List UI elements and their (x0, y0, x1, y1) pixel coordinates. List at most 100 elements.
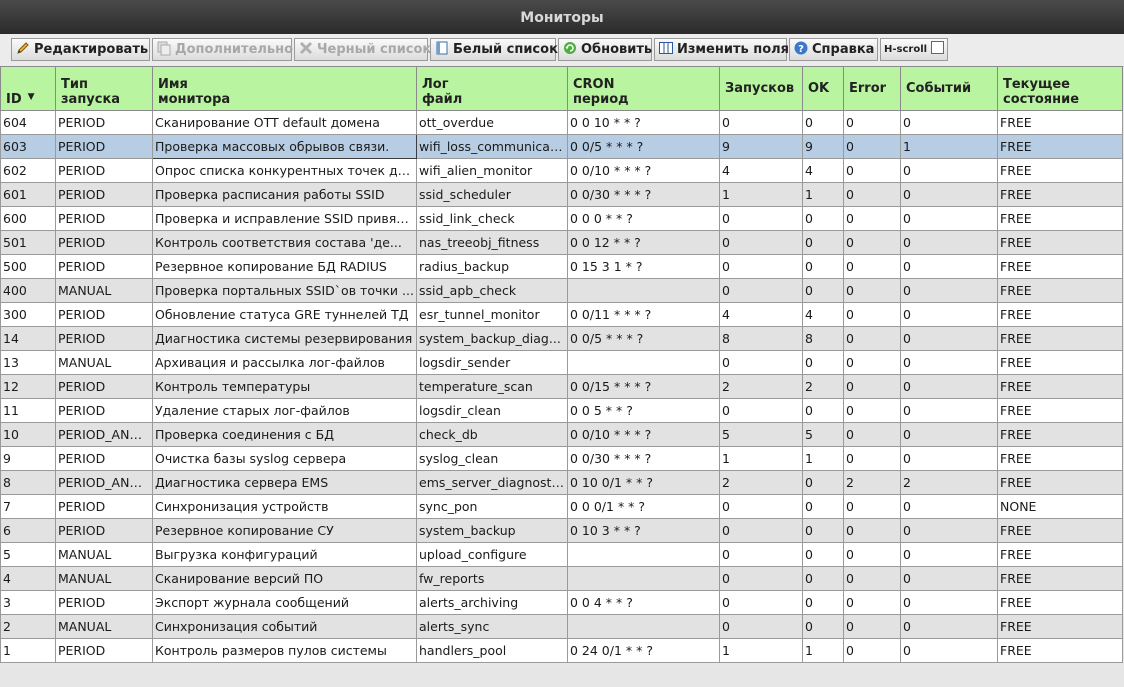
cell-log[interactable]: system_backup (416, 518, 568, 543)
cell-id[interactable]: 2 (0, 614, 56, 639)
cell-log[interactable]: ems_server_diagnosti... (416, 470, 568, 495)
table-row[interactable]: 9 PERIOD Очистка базы syslog сервера syslog… (0, 446, 1123, 471)
hscroll-checkbox[interactable] (931, 41, 945, 54)
cell-runs[interactable]: 0 (719, 278, 803, 303)
cell-state[interactable]: FREE (997, 158, 1123, 183)
cell-cron[interactable]: 0 0/15 * * * ? (567, 374, 720, 399)
cell-error[interactable]: 0 (843, 614, 901, 639)
cell-events[interactable]: 1 (900, 134, 998, 159)
column-header-type[interactable]: Тип запуска (55, 66, 153, 111)
cell-error[interactable]: 0 (843, 350, 901, 375)
cell-cron[interactable]: 0 0/30 * * * ? (567, 182, 720, 207)
table-row[interactable]: 604 PERIOD Сканирование OTT default домена… (0, 110, 1123, 135)
cell-error[interactable]: 0 (843, 542, 901, 567)
cell-cron[interactable] (567, 614, 720, 639)
hscroll-toggle[interactable]: H-scroll (880, 38, 948, 61)
cell-error[interactable]: 0 (843, 158, 901, 183)
cell-state[interactable]: FREE (997, 230, 1123, 255)
table-row[interactable]: 300 PERIOD Обновление статуса GRE туннелей… (0, 302, 1123, 327)
cell-id[interactable]: 300 (0, 302, 56, 327)
extra-button[interactable]: Дополнительно (152, 38, 293, 61)
cell-type[interactable]: PERIOD (55, 230, 153, 255)
cell-state[interactable]: FREE (997, 542, 1123, 567)
cell-runs[interactable]: 4 (719, 302, 803, 327)
cell-type[interactable]: PERIOD (55, 158, 153, 183)
cell-type[interactable]: PERIOD_AND... (55, 470, 153, 495)
cell-ok[interactable]: 2 (802, 374, 844, 399)
cell-name[interactable]: Удаление старых лог-файлов (152, 398, 417, 423)
cell-cron[interactable]: 0 0 5 * * ? (567, 398, 720, 423)
change-fields-button[interactable]: Изменить поля (654, 38, 789, 61)
cell-cron[interactable]: 0 10 0/1 * * ? (567, 470, 720, 495)
cell-runs[interactable]: 0 (719, 494, 803, 519)
cell-state[interactable]: FREE (997, 110, 1123, 135)
cell-events[interactable]: 0 (900, 182, 998, 207)
cell-id[interactable]: 3 (0, 590, 56, 615)
cell-ok[interactable]: 1 (802, 182, 844, 207)
cell-cron[interactable]: 0 0/30 * * * ? (567, 446, 720, 471)
table-row[interactable]: 7 PERIOD Синхронизация устройств sync_pon 0 … (0, 494, 1123, 519)
cell-ok[interactable]: 0 (802, 254, 844, 279)
cell-state[interactable]: FREE (997, 614, 1123, 639)
cell-name[interactable]: Обновление статуса GRE туннелей ТД (152, 302, 417, 327)
cell-error[interactable]: 0 (843, 254, 901, 279)
cell-events[interactable]: 0 (900, 542, 998, 567)
table-row[interactable]: 11 PERIOD Удаление старых лог-файлов logsdi… (0, 398, 1123, 423)
cell-error[interactable]: 0 (843, 110, 901, 135)
cell-type[interactable]: PERIOD (55, 206, 153, 231)
cell-cron[interactable]: 0 0 10 * * ? (567, 110, 720, 135)
column-header-state[interactable]: Текущее состояние (997, 66, 1123, 111)
cell-runs[interactable]: 0 (719, 590, 803, 615)
cell-runs[interactable]: 0 (719, 542, 803, 567)
cell-state[interactable]: FREE (997, 518, 1123, 543)
cell-type[interactable]: PERIOD (55, 446, 153, 471)
cell-name[interactable]: Сканирование OTT default домена (152, 110, 417, 135)
cell-ok[interactable]: 5 (802, 422, 844, 447)
cell-cron[interactable]: 0 24 0/1 * * ? (567, 638, 720, 663)
column-header-events[interactable]: Событий (900, 66, 998, 111)
cell-id[interactable]: 600 (0, 206, 56, 231)
cell-runs[interactable]: 2 (719, 374, 803, 399)
column-header-name[interactable]: Имя монитора (152, 66, 417, 111)
cell-runs[interactable]: 1 (719, 638, 803, 663)
cell-log[interactable]: wifi_alien_monitor (416, 158, 568, 183)
cell-name[interactable]: Контроль размеров пулов системы (152, 638, 417, 663)
cell-runs[interactable]: 8 (719, 326, 803, 351)
table-row[interactable]: 400 MANUAL Проверка портальных SSID`ов точ… (0, 278, 1123, 303)
cell-log[interactable]: sync_pon (416, 494, 568, 519)
cell-state[interactable]: FREE (997, 278, 1123, 303)
cell-cron[interactable]: 0 0 4 * * ? (567, 590, 720, 615)
table-row[interactable]: 5 MANUAL Выгрузка конфигураций upload_confi… (0, 542, 1123, 567)
cell-cron[interactable]: 0 0/10 * * * ? (567, 158, 720, 183)
cell-id[interactable]: 603 (0, 134, 56, 159)
cell-runs[interactable]: 0 (719, 398, 803, 423)
cell-cron[interactable]: 0 0/5 * * * ? (567, 134, 720, 159)
cell-error[interactable]: 0 (843, 182, 901, 207)
cell-cron[interactable]: 0 0/11 * * * ? (567, 302, 720, 327)
cell-type[interactable]: PERIOD (55, 374, 153, 399)
cell-state[interactable]: FREE (997, 254, 1123, 279)
cell-ok[interactable]: 0 (802, 542, 844, 567)
cell-id[interactable]: 6 (0, 518, 56, 543)
cell-events[interactable]: 0 (900, 518, 998, 543)
cell-id[interactable]: 1 (0, 638, 56, 663)
cell-events[interactable]: 0 (900, 638, 998, 663)
cell-runs[interactable]: 9 (719, 134, 803, 159)
cell-events[interactable]: 0 (900, 398, 998, 423)
cell-state[interactable]: FREE (997, 566, 1123, 591)
cell-runs[interactable]: 0 (719, 254, 803, 279)
table-row[interactable]: 12 PERIOD Контроль температуры temperature_… (0, 374, 1123, 399)
cell-cron[interactable]: 0 15 3 1 * ? (567, 254, 720, 279)
cell-state[interactable]: FREE (997, 374, 1123, 399)
cell-name[interactable]: Резервное копирование СУ (152, 518, 417, 543)
cell-cron[interactable]: 0 0/5 * * * ? (567, 326, 720, 351)
cell-error[interactable]: 0 (843, 518, 901, 543)
cell-name[interactable]: Диагностика сервера EMS (152, 470, 417, 495)
column-header-ok[interactable]: OK (802, 66, 844, 111)
cell-id[interactable]: 500 (0, 254, 56, 279)
cell-error[interactable]: 0 (843, 302, 901, 327)
cell-ok[interactable]: 0 (802, 470, 844, 495)
cell-ok[interactable]: 8 (802, 326, 844, 351)
cell-name[interactable]: Опрос списка конкурентных точек до... (152, 158, 417, 183)
table-row[interactable]: 500 PERIOD Резервное копирование БД RADIUS… (0, 254, 1123, 279)
